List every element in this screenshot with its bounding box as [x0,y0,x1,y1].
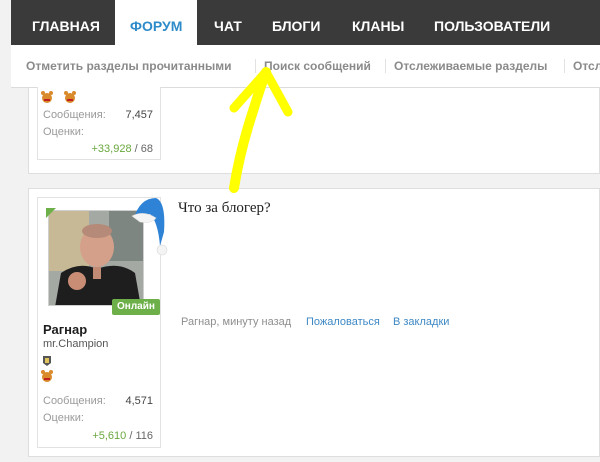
watched-threads-link[interactable]: Отсл [573,59,600,73]
santa-hat-icon [131,198,168,256]
previous-user-card: Сообщения: 7,457 Оценки: +33,928 / 68 [37,87,161,160]
mark-read-link[interactable]: Отметить разделы прочитанными [26,59,232,73]
user-card: Онлайн Рагнар mr.Champion Сообщения: 4,5… [37,197,168,448]
user-title: mr.Champion [43,338,109,350]
ratings-total: 68 [140,143,153,155]
ratings-total: 116 [135,430,153,442]
nav-home[interactable]: ГЛАВНАЯ [32,0,100,45]
ratings-separator: / [131,143,141,155]
online-badge: Онлайн [112,299,160,315]
ratings-label: Оценки: [43,126,84,138]
ratings-positive: +5,610 [92,430,127,442]
bear-medal-icon [41,356,53,382]
watched-forums-link[interactable]: Отслеживаемые разделы [394,59,547,73]
forum-subnav: Отметить разделы прочитанными Поиск сооб… [11,45,600,88]
online-corner-marker [46,208,56,218]
nav-forum[interactable]: ФОРУМ [115,0,198,45]
post-message: Что за блогер? [178,200,271,216]
messages-label: Сообщения: [43,109,106,121]
subnav-divider [385,59,386,73]
nav-users[interactable]: ПОЛЬЗОВАТЕЛИ [434,0,550,45]
report-link[interactable]: Пожаловаться [306,316,380,328]
messages-label: Сообщения: [43,395,106,407]
ratings-label: Оценки: [43,412,84,424]
nav-blogs[interactable]: БЛОГИ [272,0,320,45]
messages-count: 7,457 [125,109,153,121]
ratings-value: +5,610 / 116 [92,430,153,442]
nav-chat[interactable]: ЧАТ [214,0,242,45]
post-meta[interactable]: Рагнар, минуту назад [181,316,291,328]
main-navbar: ГЛАВНАЯ ФОРУМ ЧАТ БЛОГИ КЛАНЫ ПОЛЬЗОВАТЕ… [11,0,600,45]
arrow-annotation-icon [229,67,293,193]
forum-post: Онлайн Рагнар mr.Champion Сообщения: 4,5… [28,188,600,457]
previous-post: Сообщения: 7,457 Оценки: +33,928 / 68 [28,87,600,174]
bear-medal-icon [64,91,76,103]
messages-count: 4,571 [125,395,153,407]
ratings-positive: +33,928 [91,143,132,155]
bookmark-link[interactable]: В закладки [393,316,449,328]
bear-medal-icon [41,91,53,103]
nav-clans[interactable]: КЛАНЫ [352,0,404,45]
ratings-value: +33,928 / 68 [92,143,154,155]
username[interactable]: Рагнар [43,322,87,337]
subnav-divider [564,59,565,73]
